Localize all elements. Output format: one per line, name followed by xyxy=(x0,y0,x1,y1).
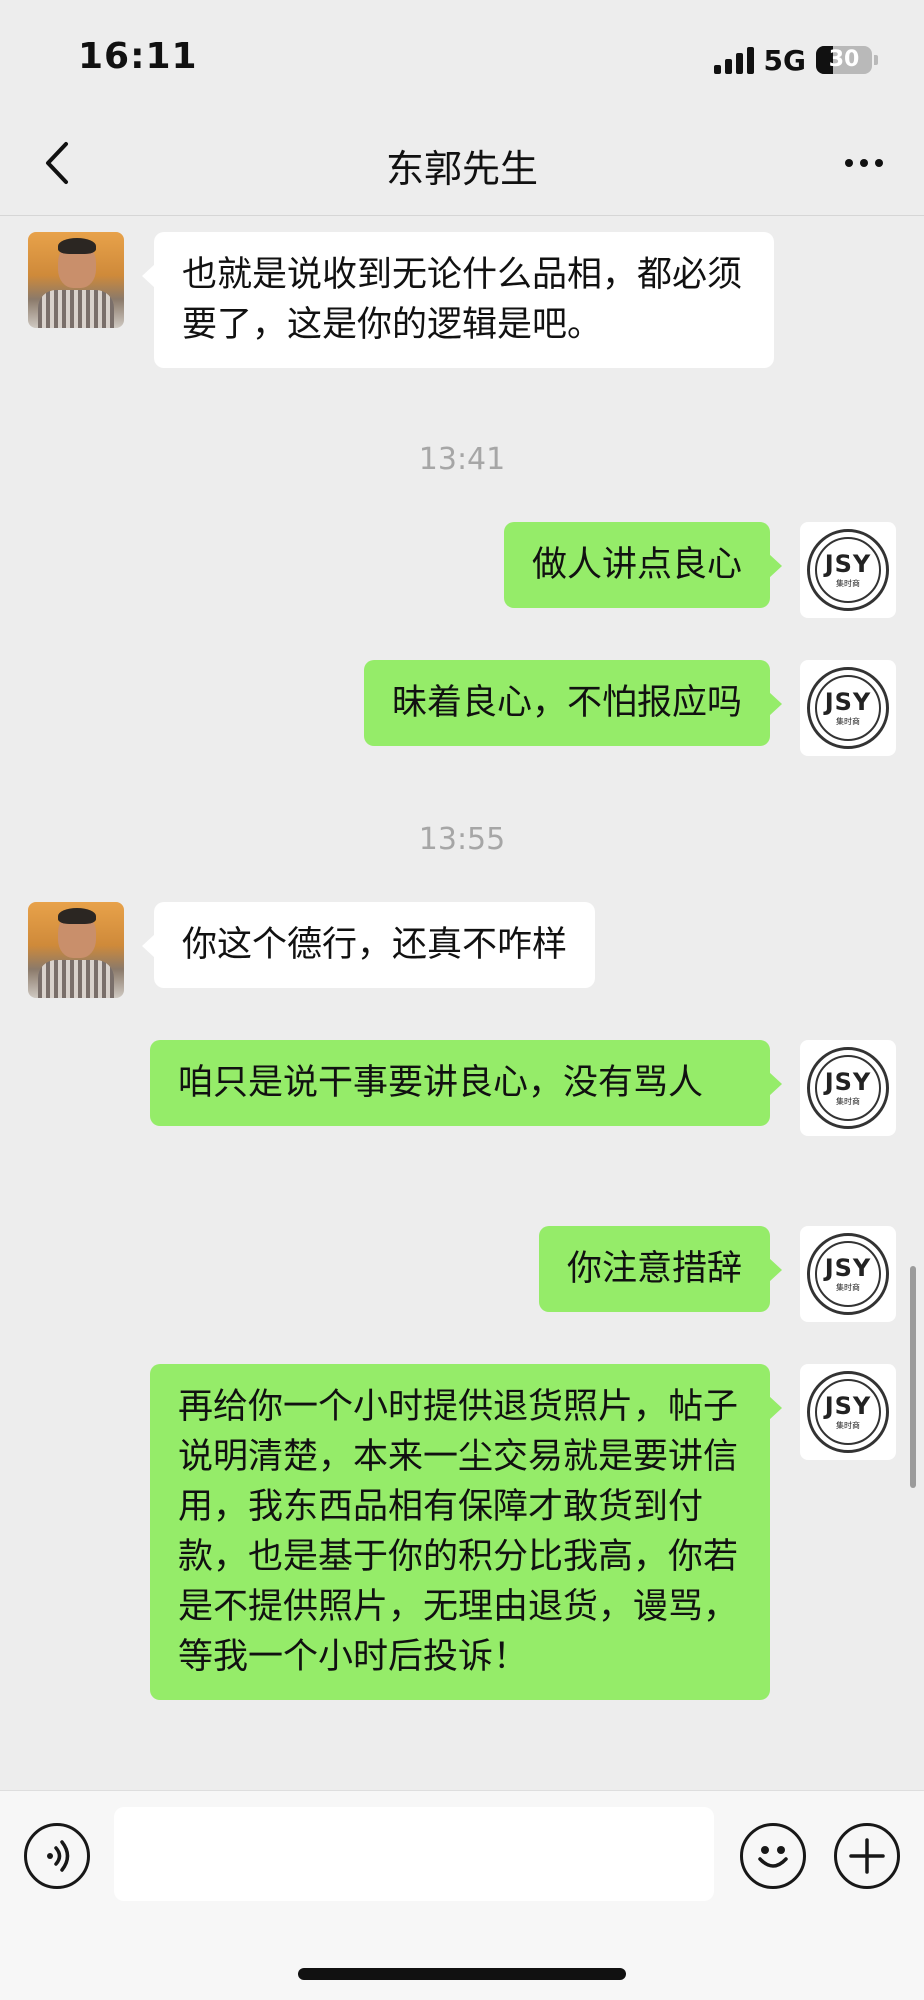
logo-sub: 集时商 xyxy=(836,578,860,588)
self-avatar[interactable]: JSY 集时商 xyxy=(800,1364,896,1460)
logo-sub: 集时商 xyxy=(836,1420,860,1430)
message-bubble[interactable]: 也就是说收到无论什么品相，都必须要了，这是你的逻辑是吧。 xyxy=(142,232,774,368)
logo-text: JSY xyxy=(824,1253,872,1282)
message-bubble[interactable]: 昧着良心，不怕报应吗 xyxy=(363,660,783,746)
message-bubble[interactable]: 你这个德行，还真不咋样 xyxy=(141,902,596,988)
battery-percent: 30 xyxy=(828,47,860,72)
jsy-logo-icon: JSY 集时商 xyxy=(807,529,889,611)
contact-avatar[interactable] xyxy=(28,902,124,998)
scrollbar[interactable] xyxy=(910,1266,916,1488)
logo-sub: 集时商 xyxy=(836,716,860,726)
chat-header: 东郭先生 xyxy=(0,110,924,216)
emoji-icon xyxy=(758,1846,788,1868)
battery-tip xyxy=(874,55,878,65)
voice-icon xyxy=(47,1840,70,1872)
self-avatar[interactable]: JSY 集时商 xyxy=(800,1226,896,1322)
network-type: 5G xyxy=(763,43,806,77)
logo-text: JSY xyxy=(824,687,872,716)
emoji-button[interactable] xyxy=(740,1823,806,1889)
jsy-logo-icon: JSY 集时商 xyxy=(807,1371,889,1453)
self-avatar[interactable]: JSY 集时商 xyxy=(800,522,896,618)
jsy-logo-icon: JSY 集时商 xyxy=(807,667,889,749)
message-row-incoming: 你这个德行，还真不咋样 xyxy=(0,902,924,998)
logo-sub: 集时商 xyxy=(836,1282,860,1292)
status-indicators: 5G 30 xyxy=(713,42,878,78)
signal-icon xyxy=(713,46,754,74)
message-bubble[interactable]: 咱只是说干事要讲良心，没有骂人 xyxy=(150,1040,782,1126)
plus-icon xyxy=(849,1838,885,1874)
more-dots-icon xyxy=(845,159,853,167)
self-avatar[interactable]: JSY 集时商 xyxy=(800,660,896,756)
logo-text: JSY xyxy=(824,549,872,578)
timestamp: 13:41 xyxy=(418,442,506,477)
battery-icon: 30 xyxy=(816,46,872,74)
voice-button[interactable] xyxy=(24,1823,90,1889)
message-row-incoming: 也就是说收到无论什么品相，都必须要了，这是你的逻辑是吧。 xyxy=(0,232,924,368)
jsy-logo-icon: JSY 集时商 xyxy=(807,1233,889,1315)
message-bubble[interactable]: 再给你一个小时提供退货照片，帖子说明清楚，本来一尘交易就是要讲信用，我东西品相有… xyxy=(150,1364,782,1700)
logo-sub: 集时商 xyxy=(836,1096,860,1106)
more-button[interactable] xyxy=(836,140,892,186)
status-time: 16:11 xyxy=(78,36,198,77)
message-bubble[interactable]: 你注意措辞 xyxy=(538,1226,783,1312)
logo-text: JSY xyxy=(824,1067,872,1096)
contact-avatar[interactable] xyxy=(28,232,124,328)
plus-button[interactable] xyxy=(834,1823,900,1889)
message-input[interactable] xyxy=(114,1807,714,1901)
logo-text: JSY xyxy=(824,1391,872,1420)
chat-title: 东郭先生 xyxy=(385,147,538,191)
status-bar: 16:11 5G 30 xyxy=(0,0,924,110)
home-indicator[interactable] xyxy=(298,1968,626,1980)
message-bubble[interactable]: 做人讲点良心 xyxy=(503,522,783,608)
timestamp: 13:55 xyxy=(418,822,506,857)
jsy-logo-icon: JSY 集时商 xyxy=(807,1047,889,1129)
self-avatar[interactable]: JSY 集时商 xyxy=(800,1040,896,1136)
